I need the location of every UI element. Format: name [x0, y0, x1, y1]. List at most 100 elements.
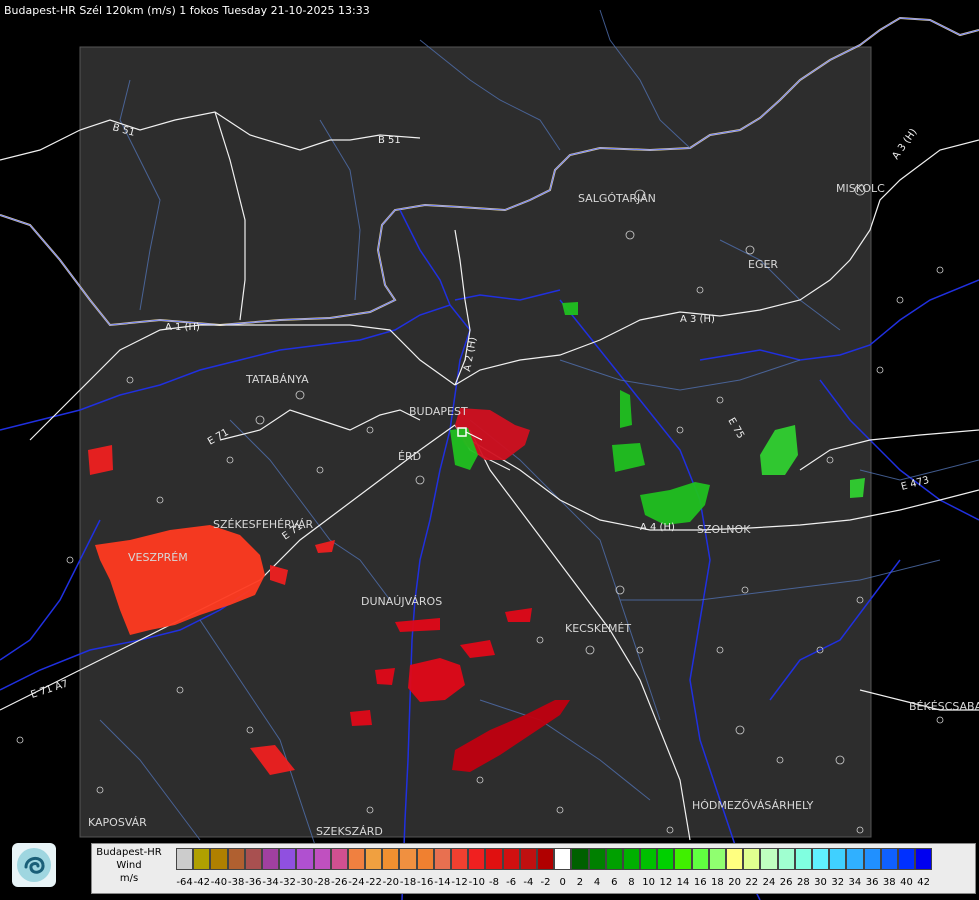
road-label-e71-sw: E 71 A7: [30, 678, 70, 700]
legend-swatch: [777, 848, 795, 870]
legend-swatch: [433, 848, 451, 870]
east-echo: [850, 478, 865, 498]
legend-tick: 24: [762, 877, 776, 888]
legend-swatch: [897, 848, 916, 870]
legend-swatch: [708, 848, 726, 870]
legend-swatch: [588, 848, 606, 870]
dunaujvaros-echo: [375, 668, 395, 685]
legend-swatch: [399, 848, 417, 870]
legend-tick: 28: [796, 877, 810, 888]
legend-tick: -34: [262, 877, 279, 888]
road-label-a1: A 1 (H): [165, 322, 200, 333]
city-label-bekescsaba: BÉKÉSCSABA: [909, 700, 979, 713]
legend-tick: -2: [540, 877, 551, 888]
legend-swatch: [193, 848, 211, 870]
legend-title: Budapest-HR: [96, 847, 162, 858]
city-label-miskolc: MISKOLC: [836, 182, 885, 195]
west-echo: [88, 445, 113, 475]
city-label-kecskemet: KECSKEMÉT: [565, 622, 631, 635]
legend-tick: 4: [593, 877, 601, 888]
legend-tick: 36: [865, 877, 879, 888]
legend-tick: -16: [417, 877, 434, 888]
legend-tick: 10: [642, 877, 656, 888]
legend-tick: -24: [348, 877, 365, 888]
legend-tick: -18: [399, 877, 417, 888]
legend-swatch: [605, 848, 623, 870]
legend-swatch: [726, 848, 744, 870]
legend-tick: 6: [611, 877, 618, 888]
legend-swatch: [915, 848, 933, 870]
legend-label: Budapest-HR Wind m/s: [92, 846, 166, 885]
legend-swatch: [811, 848, 830, 870]
legend-tick: 40: [900, 877, 913, 888]
weather-service-logo: [12, 843, 56, 887]
legend-swatch: [210, 848, 228, 870]
legend-swatch: [880, 848, 898, 870]
radar-map: SALGÓTARJÁN MISKOLC EGER TATABÁNYA BUDAP…: [0, 9, 979, 900]
legend-tick: -6: [506, 877, 517, 888]
legend-tick: -64: [176, 877, 193, 888]
legend-swatch: [451, 848, 469, 870]
legend-tick: 26: [779, 877, 793, 888]
legend-tick: 42: [917, 877, 931, 888]
color-scale-legend: Budapest-HR Wind m/s -64 -42 -40 -38 -36 -34-…: [91, 843, 976, 894]
road-label-b51-top: B 51: [378, 135, 401, 146]
city-label-kaposvar: KAPOSVÁR: [88, 816, 147, 829]
city-label-hodmezovasarhely: HÓDMEZŐVÁSÁRHELY: [692, 798, 814, 812]
legend-swatch: [227, 848, 245, 870]
legend-tick: 14: [676, 877, 690, 888]
legend-tick: -42: [193, 877, 210, 888]
road-label-a4: A 4 (H): [640, 522, 675, 533]
legend-swatch: [622, 848, 641, 870]
legend-swatch: [296, 848, 314, 870]
legend-swatch: [760, 848, 778, 870]
legend-swatch: [640, 848, 658, 870]
road-label-a3-mid: A 3 (H): [680, 314, 715, 325]
legend-swatch: [261, 848, 280, 870]
city-label-dunaujvaros: DUNAÚJVÁROS: [361, 595, 442, 608]
legend-tick: -26: [331, 877, 348, 888]
legend-tick: -40: [210, 877, 228, 888]
legend-swatch: [502, 848, 520, 870]
legend-swatch: [416, 848, 434, 870]
city-label-szolnok: SZOLNOK: [697, 523, 751, 536]
legend-tick: -36: [245, 877, 262, 888]
legend-swatch: [330, 848, 348, 870]
legend-tick: -14: [434, 877, 451, 888]
legend-tick: -12: [451, 877, 468, 888]
legend-tick: 32: [831, 877, 845, 888]
city-label-szekszard: SZEKSZÁRD: [316, 825, 383, 838]
map-title: Budapest-HR Szél 120km (m/s) 1 fokos Tue…: [4, 4, 370, 17]
swirl-icon: [17, 848, 51, 882]
legend-tick: -22: [365, 877, 382, 888]
legend-tick: 22: [745, 877, 759, 888]
legend-swatch: [468, 848, 486, 870]
legend-swatch: [519, 848, 537, 870]
legend-swatch: [846, 848, 864, 870]
legend-swatch: [244, 848, 262, 870]
legend-tick: -30: [296, 877, 314, 888]
legend-swatch: [571, 848, 589, 870]
legend-tick: -4: [523, 877, 534, 888]
legend-swatch: [313, 848, 331, 870]
legend-swatch: [554, 848, 572, 870]
legend-tick: 30: [814, 877, 827, 888]
legend-swatch: [347, 848, 366, 870]
city-label-salgotarjan: SALGÓTARJÁN: [578, 192, 656, 205]
legend-swatch: [279, 848, 297, 870]
legend-swatch: [674, 848, 692, 870]
legend-tick: 18: [711, 877, 724, 888]
legend-tick: 38: [882, 877, 896, 888]
legend-tick: 8: [628, 877, 635, 888]
legend-tick: -10: [468, 877, 485, 888]
road-label-a3-north: A 3 (H): [890, 127, 919, 162]
dunaujvaros-echo: [350, 710, 372, 726]
city-label-veszprem: VESZPRÉM: [128, 551, 188, 564]
legend-unit: m/s: [119, 873, 139, 884]
legend-tick: 20: [728, 877, 741, 888]
city-label-budapest: BUDAPEST: [409, 405, 468, 418]
legend-tick: 12: [659, 877, 673, 888]
legend-swatch: [485, 848, 503, 870]
legend-swatches: [176, 848, 933, 870]
legend-swatch: [365, 848, 383, 870]
